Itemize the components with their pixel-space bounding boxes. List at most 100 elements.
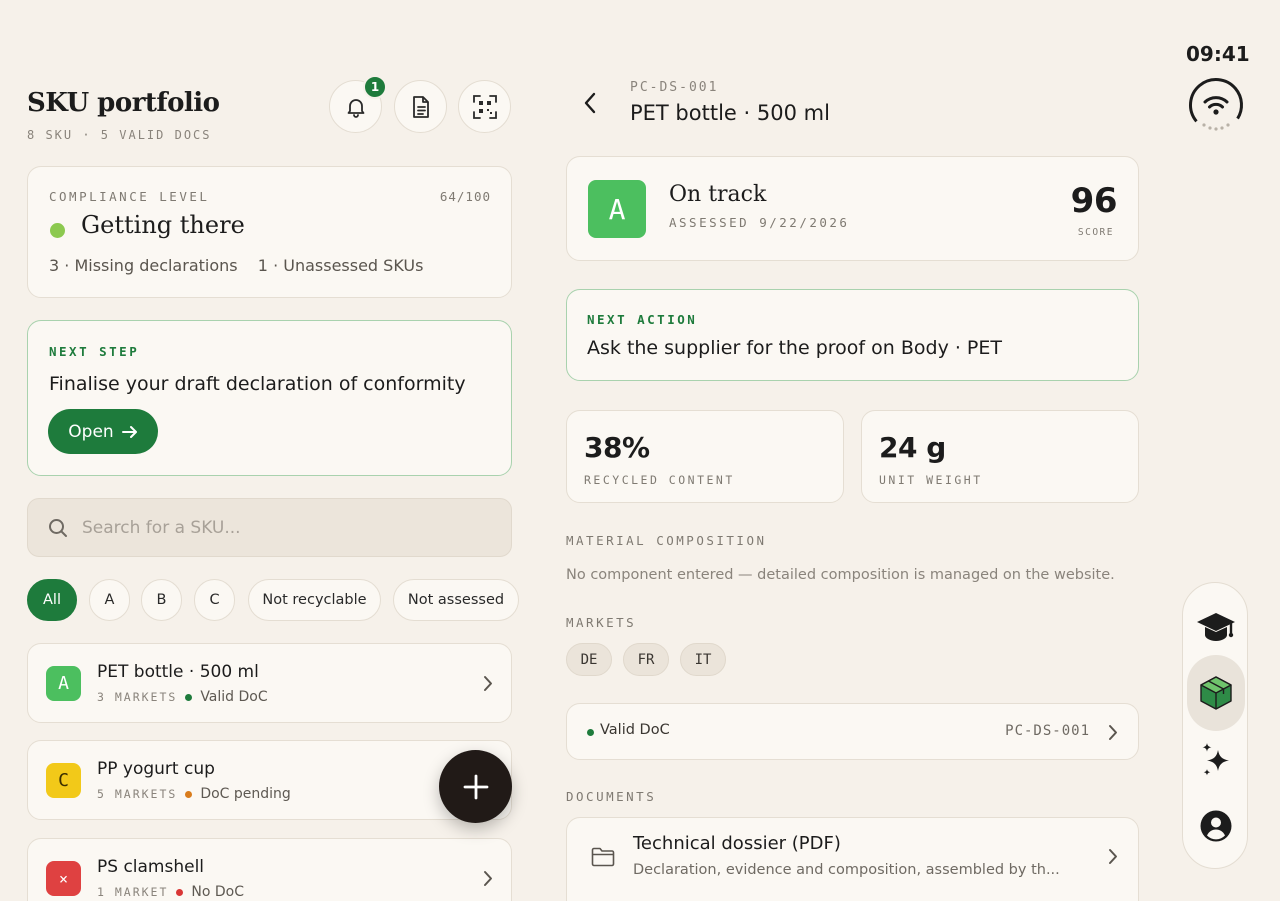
next-step-label: NEXT STEP [49, 344, 140, 359]
compliance-status-dot [50, 223, 65, 238]
detail-grade-badge: A [588, 180, 646, 238]
detail-sku-code: PC-DS-001 [630, 80, 719, 95]
grade-card: A On track ASSESSED 9/22/2026 96 SCORE [566, 156, 1139, 261]
rail-products[interactable] [1187, 655, 1245, 731]
chevron-right-icon [484, 871, 492, 886]
notification-badge: 1 [363, 75, 387, 99]
doc-code: PC-DS-001 [1005, 723, 1090, 739]
compliance-label: COMPLIANCE LEVEL [49, 189, 210, 204]
detail-status: On track [669, 182, 767, 207]
rail-ai-assistant[interactable] [1187, 731, 1245, 789]
search-icon [49, 518, 67, 537]
portfolio-panel: SKU portfolio 8 SKU · 5 VALID DOCS 1 COM… [27, 0, 519, 901]
sku-search[interactable] [27, 498, 512, 557]
weight-label: UNIT WEIGHT [879, 473, 983, 487]
qr-scan-icon [472, 94, 497, 119]
back-button[interactable] [575, 88, 605, 118]
recycled-value: 38% [584, 431, 650, 464]
filter-all[interactable]: All [27, 579, 77, 621]
grade-badge: × [46, 861, 81, 896]
technical-dossier-row[interactable]: Technical dossier (PDF) Declaration, evi… [566, 817, 1139, 901]
documents-button[interactable] [394, 80, 447, 133]
sku-doc-status: Valid DoC [200, 689, 268, 705]
unassessed-skus: 1 · Unassessed SKUs [257, 256, 424, 275]
document-icon [412, 95, 429, 118]
side-rail [1182, 582, 1248, 869]
grade-badge: A [46, 666, 81, 701]
document-title: Technical dossier (PDF) [633, 833, 841, 854]
markets-label: MARKETS [566, 615, 637, 630]
sku-row[interactable]: A PET bottle · 500 ml 3 MARKETS Valid Do… [27, 643, 512, 723]
chevron-right-icon [484, 676, 492, 691]
sku-doc-status: DoC pending [200, 786, 291, 802]
detail-score: 96 [1070, 181, 1118, 221]
weight-value: 24 g [879, 431, 946, 464]
chevron-right-icon [1109, 725, 1117, 740]
wifi-icon [1189, 78, 1243, 132]
scan-button[interactable] [458, 80, 511, 133]
recycled-label: RECYCLED CONTENT [584, 473, 735, 487]
sku-row[interactable]: × PS clamshell 1 MARKET No DoC [27, 838, 512, 901]
compliance-score: 64/100 [439, 189, 491, 204]
next-action-label: NEXT ACTION [587, 312, 698, 327]
document-description: Declaration, evidence and composition, a… [633, 862, 1060, 878]
sparkles-icon [1202, 743, 1229, 776]
sku-name: PET bottle · 500 ml [97, 662, 259, 682]
sku-doc-status: No DoC [191, 884, 244, 900]
filter-a[interactable]: A [89, 579, 130, 621]
composition-text: No component entered — detailed composit… [566, 567, 1115, 583]
page-title: SKU portfolio [27, 88, 220, 118]
rail-learn[interactable] [1187, 599, 1245, 657]
composition-label: MATERIAL COMPOSITION [566, 533, 767, 548]
doc-status-dot [185, 693, 193, 701]
search-input[interactable] [82, 517, 462, 538]
sku-meta: 5 MARKETS DoC pending [97, 786, 291, 802]
next-step-card: NEXT STEP Finalise your draft declaratio… [27, 320, 512, 476]
filter-c[interactable]: C [194, 579, 235, 621]
open-button-label: Open [68, 421, 114, 442]
sku-name: PP yogurt cup [97, 759, 215, 779]
bell-icon [347, 98, 364, 118]
unit-weight-card: 24 g UNIT WEIGHT [861, 410, 1139, 503]
market-chip: DE [566, 643, 612, 676]
filter-not-assessed[interactable]: Not assessed [393, 579, 519, 621]
rail-account[interactable] [1187, 797, 1245, 855]
next-action-text: Ask the supplier for the proof on Body ·… [587, 337, 1002, 359]
sku-markets: 3 MARKETS [97, 690, 178, 704]
doc-status-row[interactable]: Valid DoC PC-DS-001 [566, 703, 1139, 760]
next-step-text: Finalise your draft declaration of confo… [49, 373, 466, 395]
chevron-left-icon [584, 92, 596, 114]
sku-name: PS clamshell [97, 857, 205, 877]
recycled-content-card: 38% RECYCLED CONTENT [566, 410, 844, 503]
grade-badge: C [46, 763, 81, 798]
arrow-right-icon [121, 425, 137, 438]
plus-icon [463, 774, 488, 799]
sku-meta: 3 MARKETS Valid DoC [97, 689, 268, 705]
documents-label: DOCUMENTS [566, 789, 657, 804]
market-chip: IT [680, 643, 726, 676]
status-time: 09:41 [1186, 42, 1250, 66]
wifi-status [1187, 76, 1245, 134]
compliance-status: Getting there [81, 211, 245, 239]
compliance-card: COMPLIANCE LEVEL 64/100 Getting there 3 … [27, 166, 512, 298]
notifications-button[interactable]: 1 [329, 75, 387, 133]
doc-status-dot [587, 729, 594, 736]
open-button[interactable]: Open [48, 409, 158, 454]
doc-status-text: Valid DoC [600, 722, 670, 738]
doc-status-dot [176, 888, 184, 896]
next-action-card: NEXT ACTION Ask the supplier for the pro… [566, 289, 1139, 381]
filter-b[interactable]: B [141, 579, 182, 621]
graduation-cap-icon [1197, 613, 1235, 641]
filter-not-recyclable[interactable]: Not recyclable [248, 579, 381, 621]
portfolio-summary: 8 SKU · 5 VALID DOCS [27, 128, 212, 142]
missing-declarations: 3 · Missing declarations [49, 256, 238, 275]
add-sku-button[interactable] [439, 750, 512, 823]
assessed-date: ASSESSED 9/22/2026 [669, 215, 850, 230]
market-chip: FR [623, 643, 669, 676]
user-icon [1200, 810, 1232, 842]
sku-meta: 1 MARKET No DoC [97, 884, 244, 900]
score-label: SCORE [1077, 227, 1114, 238]
package-icon [1200, 676, 1232, 710]
sku-markets: 1 MARKET [97, 885, 169, 899]
detail-title: PET bottle · 500 ml [630, 101, 830, 125]
